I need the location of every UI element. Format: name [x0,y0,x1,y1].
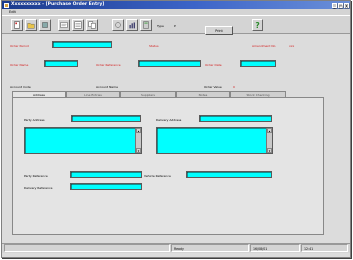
save-button[interactable] [39,19,51,31]
party-reference-field[interactable] [70,171,142,178]
order-date-field[interactable] [240,60,276,67]
list-button[interactable] [72,19,84,31]
preview-icon [60,22,68,28]
toolbar: Type P ? [2,15,350,34]
address-tab-panel: Party Address ▴ ▾ Delivery Address ▴ ▾ P… [12,97,324,235]
svg-text:?: ? [255,21,259,30]
print-button[interactable]: Print [205,26,233,35]
window-title: Xxxxxxxxxx - [Purchase Order Entry] [11,2,105,7]
delivery-address-textarea[interactable]: ▴ ▾ [156,127,273,154]
order-value: 0 [233,85,235,89]
type-label: Type [157,24,164,28]
calculator-icon [143,21,149,29]
title-bar[interactable]: Xxxxxxxxxx - [Purchase Order Entry] [2,1,350,9]
maximize-button[interactable]: □ [338,2,343,9]
status-date: 16/08/01 [250,244,300,252]
status-label: Status [149,44,159,48]
new-document-icon [14,21,20,29]
open-button[interactable] [25,19,37,31]
order-name-field[interactable] [44,60,78,67]
refresh-icon [115,22,121,28]
order-date-label: Order Date [205,63,222,67]
status-time: 12:41 [301,244,348,252]
folder-icon [27,23,35,29]
delivery-reference-field[interactable] [70,183,142,190]
new-button[interactable] [11,19,23,31]
help-question-icon: ? [255,21,259,30]
app-icon[interactable] [4,2,9,8]
order-name-label: Order Name [10,63,29,67]
scroll-up-icon[interactable]: ▴ [136,128,141,133]
chart-icon [129,22,135,29]
party-address-textarea[interactable]: ▴ ▾ [24,127,142,154]
disk-icon [42,22,48,28]
scroll-down-icon[interactable]: ▾ [136,148,141,153]
order-period-label: Order Period [10,44,29,48]
order-value-label: Order Value [204,85,222,89]
application-window: Xxxxxxxxxx - [Purchase Order Entry] _ □ … [1,0,351,258]
vehicle-reference-label: Vehicle Reference [144,174,171,178]
party-address-label: Party Address [24,118,45,122]
party-address-scrollbar[interactable]: ▴ ▾ [135,128,141,153]
type-value[interactable]: P [174,24,176,28]
minimize-button[interactable]: _ [332,2,337,9]
delivery-reference-label: Delivery Reference [24,186,53,190]
delivery-address-line1-field[interactable] [199,115,272,122]
list-icon [74,21,82,29]
status-state: Ready [171,244,249,252]
delivery-address-scrollbar[interactable]: ▴ ▾ [266,128,272,153]
status-cell-empty [4,244,170,252]
account-code-label: Account Code [10,85,31,89]
party-address-line1-field[interactable] [71,115,141,122]
refresh-button[interactable] [112,19,124,31]
close-button[interactable]: X [344,2,349,9]
account-name-label: Account Name [96,85,118,89]
order-reference-label: Order Reference [96,63,121,67]
preview-button[interactable] [58,19,70,31]
amendment-label: Amendment No [252,44,276,48]
calc-button[interactable] [140,19,152,31]
scroll-down-icon[interactable]: ▾ [267,148,272,153]
help-button[interactable]: ? [252,19,263,31]
amendment-value: xxx [289,44,295,48]
copy-button[interactable] [86,19,98,31]
vehicle-reference-field[interactable] [186,171,272,178]
party-reference-label: Party Reference [24,174,48,178]
copy-icon [88,21,96,29]
scroll-up-icon[interactable]: ▴ [267,128,272,133]
order-reference-field[interactable] [138,60,201,67]
delivery-address-label: Delivery Address [156,118,182,122]
order-period-field[interactable] [52,41,112,48]
chart-button[interactable] [126,19,138,31]
